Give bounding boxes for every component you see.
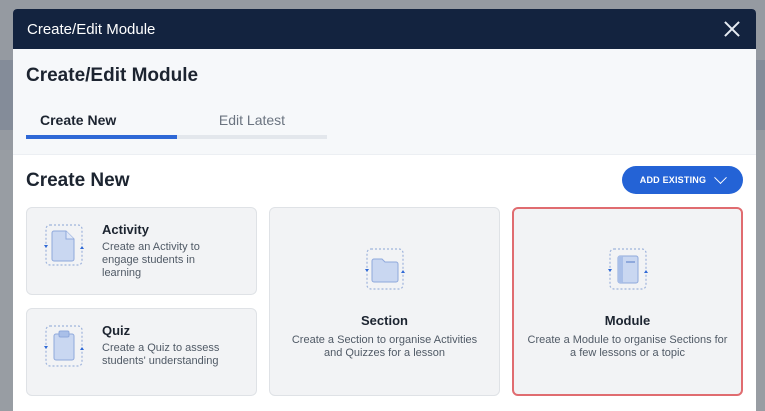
folder-icon: [363, 246, 407, 292]
option-quiz-name: Quiz: [102, 323, 131, 338]
option-quiz[interactable]: Quiz Create a Quiz to assess students' u…: [26, 308, 257, 396]
close-icon[interactable]: [722, 19, 742, 39]
document-icon: [43, 222, 85, 268]
section-heading: Create New: [26, 170, 130, 191]
option-section[interactable]: Section Create a Section to organise Act…: [269, 207, 500, 396]
add-existing-button[interactable]: ADD EXISTING: [622, 166, 743, 194]
option-module[interactable]: Module Create a Module to organise Secti…: [512, 207, 743, 396]
option-module-name: Module: [604, 313, 651, 328]
tab-create-new[interactable]: Create New: [26, 104, 177, 139]
option-activity-name: Activity: [102, 222, 149, 237]
dialog-header: Create/Edit Module: [13, 9, 756, 49]
dialog-top-section: Create/Edit Module: [13, 49, 756, 155]
tab-bar: Create New Edit Latest: [26, 104, 327, 139]
notebook-icon: [606, 246, 650, 292]
option-section-description: Create a Section to organise Activities …: [291, 334, 478, 359]
page-title: Create/Edit Module: [26, 65, 199, 86]
dialog-title: Create/Edit Module: [27, 20, 156, 38]
chevron-down-icon: [714, 170, 728, 184]
option-quiz-description: Create a Quiz to assess students' unders…: [102, 342, 220, 367]
option-activity[interactable]: Activity Create an Activity to engage st…: [26, 207, 257, 295]
option-module-description: Create a Module to organise Sections for…: [527, 334, 728, 359]
clipboard-icon: [43, 323, 85, 369]
option-activity-description: Create an Activity to engage students in…: [102, 241, 200, 279]
add-existing-label: ADD EXISTING: [639, 175, 707, 185]
option-section-name: Section: [361, 313, 408, 328]
tab-edit-latest[interactable]: Edit Latest: [177, 104, 327, 135]
